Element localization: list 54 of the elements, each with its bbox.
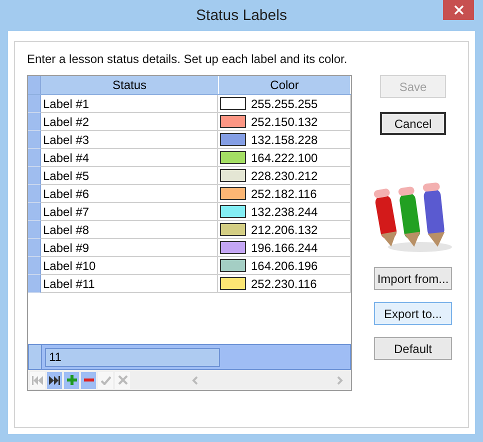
cross-icon — [118, 375, 128, 385]
skip-first-icon — [32, 376, 43, 384]
row-indicator[interactable] — [28, 257, 41, 275]
status-cell[interactable]: Label #7 — [41, 203, 218, 221]
instructions-text: Enter a lesson status details. Set up each label and its color. — [27, 52, 348, 66]
dialog-button[interactable]: Import from... — [374, 267, 452, 290]
color-value: 252.182.116 — [251, 186, 317, 200]
status-cell[interactable]: Label #9 — [41, 239, 218, 257]
skip-last-icon — [49, 376, 60, 384]
row-indicator[interactable] — [28, 131, 41, 149]
color-value: 164.222.100 — [251, 150, 318, 164]
status-cell[interactable]: Label #8 — [41, 221, 218, 239]
row-indicator[interactable] — [28, 203, 41, 221]
status-cell[interactable]: Label #1 — [41, 95, 218, 113]
dialog-button[interactable]: Default — [374, 337, 452, 360]
close-button[interactable] — [443, 0, 474, 20]
status-cell[interactable]: Label #5 — [41, 167, 218, 185]
column-header[interactable]: Status — [41, 76, 219, 94]
scroll-right-icon[interactable] — [337, 376, 343, 384]
delete-record-button[interactable] — [81, 372, 96, 388]
dialog-button[interactable]: Export to... — [374, 302, 452, 325]
color-value: 255.255.255 — [251, 96, 318, 110]
status-cell[interactable]: Label #2 — [41, 113, 218, 131]
scroll-left-icon[interactable] — [192, 376, 198, 384]
plus-icon — [66, 375, 76, 385]
dialog-button[interactable]: Cancel — [380, 112, 446, 135]
last-record-button[interactable] — [47, 372, 62, 388]
row-indicator[interactable] — [28, 95, 41, 113]
row-indicator[interactable] — [28, 149, 41, 167]
status-cell[interactable]: Label #6 — [41, 185, 218, 203]
row-indicator[interactable] — [28, 185, 41, 203]
status-cell[interactable]: Label #4 — [41, 149, 218, 167]
status-cell[interactable]: Label #10 — [41, 257, 218, 275]
color-value: 196.166.244 — [251, 240, 318, 254]
row-indicator[interactable] — [28, 221, 41, 239]
color-value: 252.150.132 — [251, 114, 318, 128]
color-value: 212.206.132 — [251, 222, 318, 236]
checkmark-icon — [100, 376, 110, 384]
row-indicator[interactable] — [28, 167, 41, 185]
color-value: 228.230.212 — [251, 168, 318, 182]
color-value: 132.238.244 — [251, 204, 318, 218]
window-title: Status Labels — [196, 7, 287, 24]
close-icon — [454, 5, 464, 15]
row-indicator[interactable] — [28, 275, 41, 293]
color-value: 132.158.228 — [251, 132, 318, 146]
row-indicator[interactable] — [28, 239, 41, 257]
color-value: 252.230.116 — [251, 276, 317, 290]
column-header[interactable]: Color — [219, 76, 351, 94]
count-field: 11 — [45, 348, 220, 366]
minus-icon — [84, 378, 94, 382]
status-cell[interactable]: Label #11 — [41, 275, 218, 293]
row-indicator[interactable] — [28, 113, 41, 131]
status-cell[interactable]: Label #3 — [41, 131, 218, 149]
color-value: 164.206.196 — [251, 258, 318, 272]
